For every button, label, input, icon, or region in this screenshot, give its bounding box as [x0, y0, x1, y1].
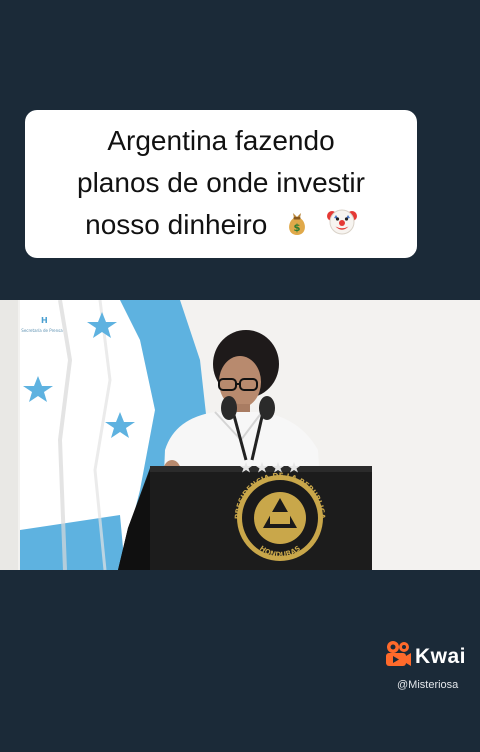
- clown-face-icon: [326, 206, 357, 248]
- svg-text:H: H: [41, 316, 48, 325]
- caption-line-3-text: nosso dinheiro: [85, 209, 268, 241]
- video-screen: Argentina fazendo planos de onde investi…: [0, 0, 480, 752]
- svg-text:Secretaría de Prensa: Secretaría de Prensa: [21, 328, 63, 333]
- video-frame[interactable]: H Secretaría de Prensa PRESIDENCIA DE LA…: [0, 300, 480, 570]
- kwai-brand: Kwai: [415, 644, 467, 668]
- kwai-camera-icon: [385, 640, 411, 673]
- money-bag-icon: $: [285, 206, 309, 248]
- caption-line-2: planos de onde investir: [77, 167, 365, 199]
- svg-text:$: $: [294, 223, 301, 234]
- caption-line-3: nosso dinheiro $: [85, 204, 357, 248]
- kwai-watermark: Kwai @Misteriosa: [385, 640, 475, 691]
- kwai-logo: Kwai: [385, 640, 475, 673]
- caption-line-1: Argentina fazendo: [107, 125, 335, 157]
- kwai-username: @Misteriosa: [397, 679, 459, 691]
- caption-box: Argentina fazendo planos de onde investi…: [25, 110, 417, 258]
